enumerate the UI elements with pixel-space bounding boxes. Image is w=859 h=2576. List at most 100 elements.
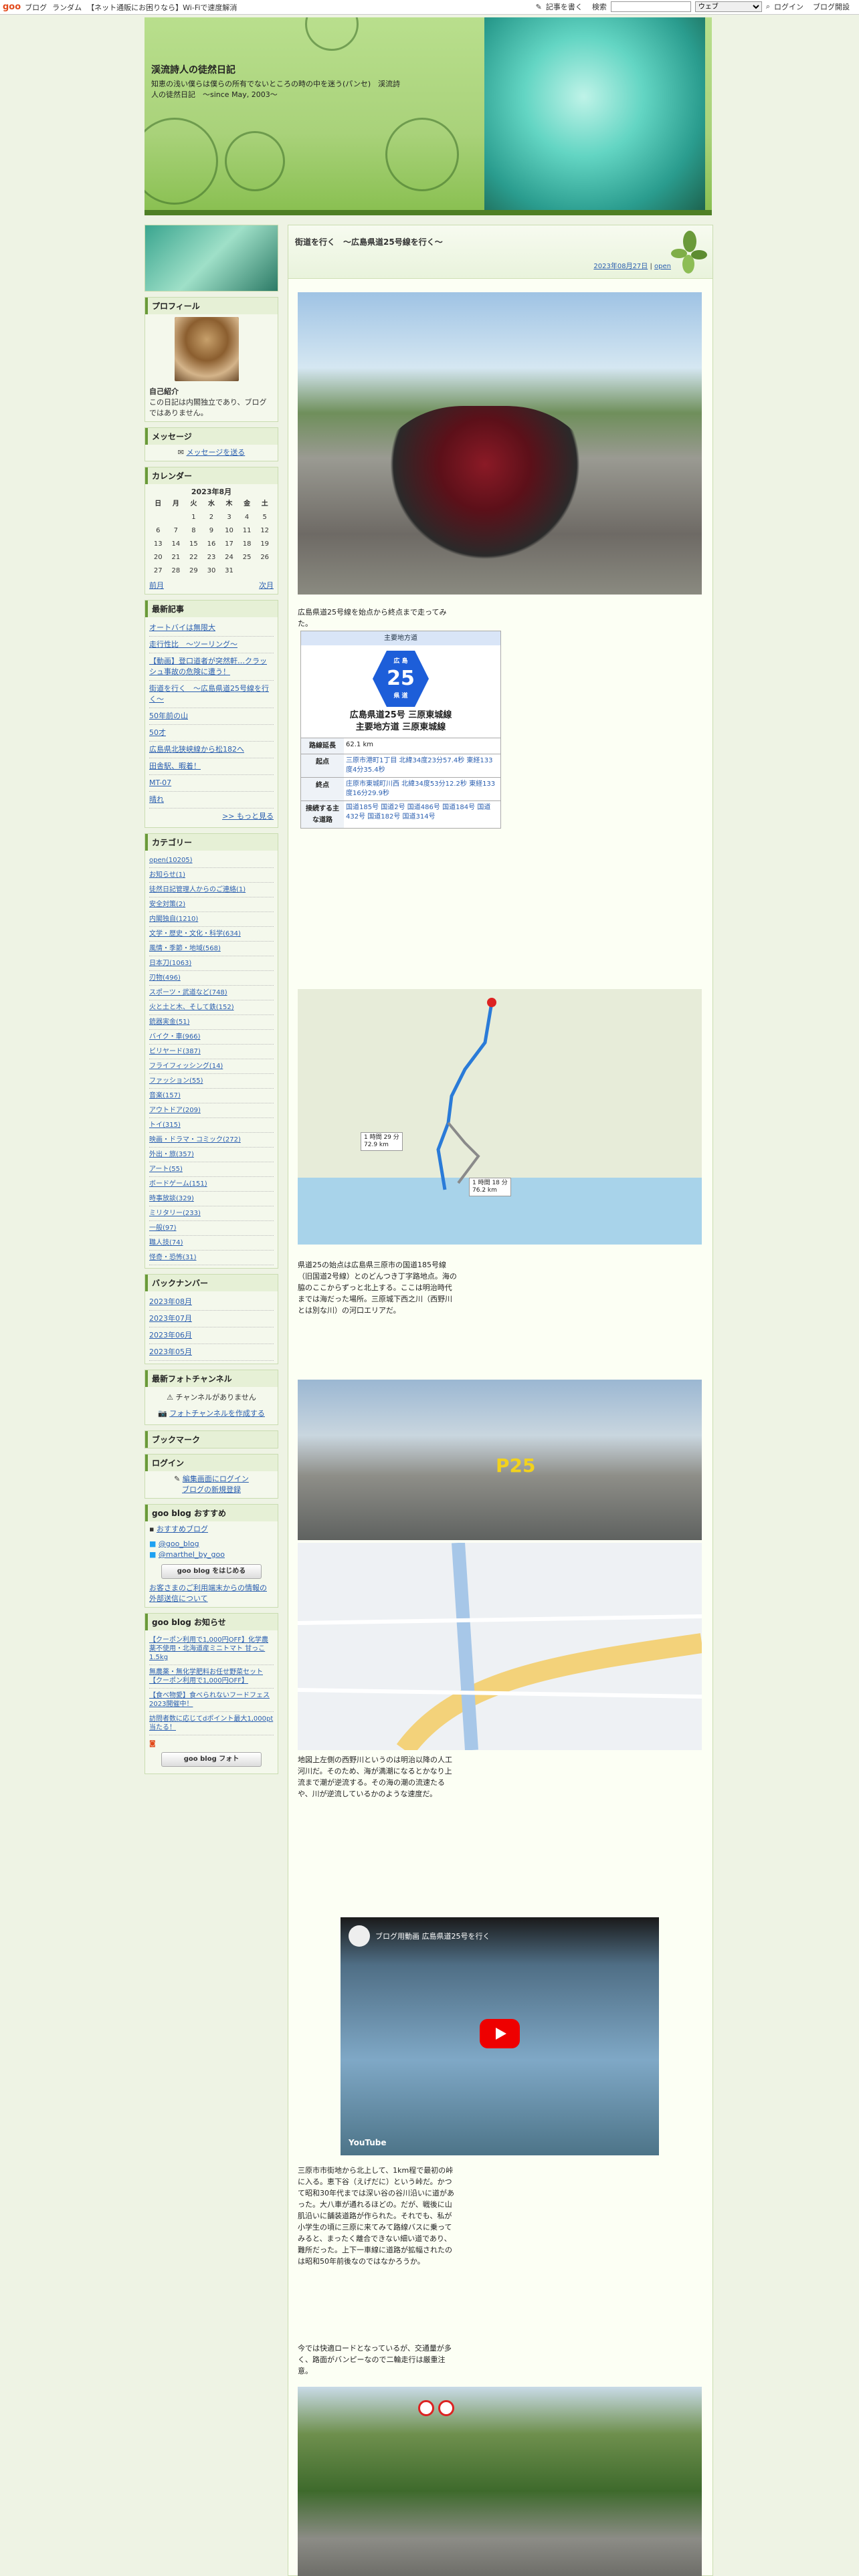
register-blog-link[interactable]: ブログの新規登録 bbox=[182, 1485, 241, 1494]
youtube-logo[interactable]: YouTube bbox=[349, 2137, 387, 2149]
calendar-day[interactable]: 23 bbox=[203, 551, 221, 564]
infobox-value[interactable]: 三原市港町1丁目 北緯34度23分57.4秒 東経133度4分35.4秒 bbox=[344, 754, 500, 777]
play-button-icon[interactable] bbox=[480, 2019, 520, 2048]
category-link[interactable]: ミリタリー(233) bbox=[149, 1206, 274, 1221]
category-link[interactable]: 一般(97) bbox=[149, 1221, 274, 1236]
calendar-day[interactable]: 18 bbox=[238, 538, 256, 551]
goo-logo[interactable]: goo bbox=[3, 2, 21, 12]
calendar-day[interactable]: 26 bbox=[256, 551, 274, 564]
calendar-day[interactable]: 21 bbox=[167, 551, 185, 564]
calendar-day[interactable]: 20 bbox=[149, 551, 167, 564]
avatar[interactable] bbox=[175, 317, 239, 381]
category-link[interactable]: 安全対策(2) bbox=[149, 897, 274, 912]
street-view-photo[interactable]: P25 bbox=[298, 1380, 702, 1540]
entry-title[interactable]: 街道を行く 〜広島県道25号線を行く〜 bbox=[295, 236, 443, 247]
category-link[interactable]: 時事放談(329) bbox=[149, 1192, 274, 1206]
calendar-day[interactable]: 12 bbox=[256, 524, 274, 538]
category-link[interactable]: 内閣独自(1210) bbox=[149, 912, 274, 927]
infobox-value[interactable]: 庄原市東城町川西 北緯34度53分12.2秒 東経133度16分29.9秒 bbox=[344, 778, 500, 800]
category-link[interactable]: 職人技(74) bbox=[149, 1236, 274, 1251]
calendar-next-link[interactable]: 次月 bbox=[259, 580, 274, 591]
send-message-link[interactable]: メッセージを送る bbox=[186, 448, 245, 457]
recent-article-link[interactable]: 広島県北狭峡線から松182へ bbox=[149, 742, 274, 758]
rss-icon[interactable]: ◙ bbox=[149, 1739, 274, 1748]
calendar-day[interactable]: 8 bbox=[185, 524, 203, 538]
mountain-road-photo[interactable] bbox=[298, 2387, 702, 2576]
category-link[interactable]: フライフィッシング(14) bbox=[149, 1059, 274, 1074]
calendar-day[interactable]: 14 bbox=[167, 538, 185, 551]
search-scope-select[interactable]: ウェブ bbox=[694, 1, 762, 12]
street-map[interactable] bbox=[297, 1542, 704, 1756]
recent-article-link[interactable]: 走行性比 〜ツーリング〜 bbox=[149, 637, 274, 653]
calendar-day[interactable]: 27 bbox=[149, 564, 167, 578]
category-link[interactable]: アウトドア(209) bbox=[149, 1103, 274, 1118]
category-link[interactable]: 外出・旅(357) bbox=[149, 1148, 274, 1162]
calendar-day[interactable]: 15 bbox=[185, 538, 203, 551]
category-link[interactable]: バイク・車(966) bbox=[149, 1030, 274, 1045]
calendar-day[interactable]: 4 bbox=[238, 511, 256, 524]
calendar-day[interactable]: 10 bbox=[220, 524, 238, 538]
calendar-day[interactable]: 11 bbox=[238, 524, 256, 538]
recent-article-link[interactable]: 50才 bbox=[149, 725, 274, 742]
recent-article-link[interactable]: 田舎駅、暇着！ bbox=[149, 758, 274, 775]
video-title[interactable]: ブログ用動画 広島県道25号を行く bbox=[375, 1931, 490, 1942]
category-link[interactable]: 映画・ドラマ・コミック(272) bbox=[149, 1133, 274, 1148]
topbar-notice[interactable]: 【ネット通販にお困りなら】Wi-Fiで速度解消 bbox=[87, 2, 237, 13]
infobox-value[interactable]: 国道185号 国道2号 国道486号 国道184号 国道432号 国道182号 … bbox=[344, 801, 500, 828]
write-article-link[interactable]: 記事を書く bbox=[546, 1, 583, 12]
recent-article-link[interactable]: 50年前の山 bbox=[149, 708, 274, 725]
category-link[interactable]: スポーツ・武道など(748) bbox=[149, 986, 274, 1000]
calendar-day[interactable]: 22 bbox=[185, 551, 203, 564]
calendar-day[interactable]: 3 bbox=[220, 511, 238, 524]
backnumber-link[interactable]: 2023年08月 bbox=[149, 1294, 274, 1311]
calendar-day[interactable]: 1 bbox=[185, 511, 203, 524]
search-icon[interactable]: ⌕ bbox=[766, 2, 770, 11]
blog-title[interactable]: 渓流詩人の徒然日記 bbox=[151, 63, 235, 76]
route-map[interactable]: 1 時間 29 分 72.9 km 1 時間 18 分 76.2 km bbox=[298, 989, 702, 1245]
topbar-link-random[interactable]: ランダム bbox=[52, 2, 82, 13]
recent-article-link[interactable]: 晴れ bbox=[149, 792, 274, 809]
recent-article-link[interactable]: オートバイは無限大 bbox=[149, 620, 274, 637]
more-articles-link[interactable]: >> もっと見る bbox=[222, 812, 274, 821]
category-link[interactable]: open(10205) bbox=[149, 853, 274, 868]
calendar-day[interactable]: 16 bbox=[203, 538, 221, 551]
goo-blog-photo-button[interactable]: goo blog フォト bbox=[161, 1752, 262, 1767]
create-channel-link[interactable]: フォトチャンネルを作成する bbox=[169, 1409, 265, 1418]
entry-date-link[interactable]: 2023年08月27日 bbox=[593, 263, 648, 270]
calendar-day[interactable]: 2 bbox=[203, 511, 221, 524]
topbar-link-blog[interactable]: ブログ bbox=[25, 2, 47, 13]
backnumber-link[interactable]: 2023年07月 bbox=[149, 1311, 274, 1327]
youtube-embed[interactable]: ブログ用動画 広島県道25号を行く YouTube bbox=[341, 1917, 659, 2155]
category-link[interactable]: 火と土と木、そして鉄(152) bbox=[149, 1000, 274, 1015]
calendar-day[interactable]: 17 bbox=[220, 538, 238, 551]
motorcycle-photo[interactable] bbox=[298, 292, 702, 595]
category-link[interactable]: ビリヤード(387) bbox=[149, 1045, 274, 1059]
backnumber-link[interactable]: 2023年05月 bbox=[149, 1344, 274, 1361]
backnumber-link[interactable]: 2023年06月 bbox=[149, 1327, 274, 1344]
category-link[interactable]: 音楽(157) bbox=[149, 1089, 274, 1103]
recent-article-link[interactable]: MT-07 bbox=[149, 775, 274, 792]
edit-login-link[interactable]: 編集画面にログイン bbox=[183, 1475, 249, 1483]
category-link[interactable]: お知らせ(1) bbox=[149, 868, 274, 883]
entry-category-link[interactable]: open bbox=[654, 263, 671, 270]
category-link[interactable]: トイ(315) bbox=[149, 1118, 274, 1133]
calendar-day[interactable]: 25 bbox=[238, 551, 256, 564]
recent-article-link[interactable]: 街道を行く 〜広島県道25号線を行く〜 bbox=[149, 681, 274, 708]
calendar-day[interactable]: 6 bbox=[149, 524, 167, 538]
twitter-link[interactable]: @goo_blog bbox=[159, 1539, 199, 1548]
calendar-day[interactable]: 13 bbox=[149, 538, 167, 551]
category-link[interactable]: ボードゲーム(151) bbox=[149, 1177, 274, 1192]
calendar-day[interactable]: 24 bbox=[220, 551, 238, 564]
category-link[interactable]: 日本刀(1063) bbox=[149, 956, 274, 971]
calendar-day[interactable]: 9 bbox=[203, 524, 221, 538]
calendar-day[interactable]: 5 bbox=[256, 511, 274, 524]
start-goo-blog-button[interactable]: goo blog をはじめる bbox=[161, 1564, 262, 1579]
category-link[interactable]: 徒然日記管理人からのご連絡(1) bbox=[149, 883, 274, 897]
calendar-prev-link[interactable]: 前月 bbox=[149, 580, 164, 591]
login-link[interactable]: ログイン bbox=[774, 1, 803, 12]
goo-news-link[interactable]: 訪問者数に応じてdポイント最大1,000pt当たる！ bbox=[149, 1712, 274, 1735]
category-link[interactable]: 風情・季節・地域(568) bbox=[149, 942, 274, 956]
category-link[interactable]: 銃器実金(51) bbox=[149, 1015, 274, 1030]
twitter-link[interactable]: @marthel_by_goo bbox=[159, 1550, 225, 1559]
category-link[interactable]: アート(55) bbox=[149, 1162, 274, 1177]
